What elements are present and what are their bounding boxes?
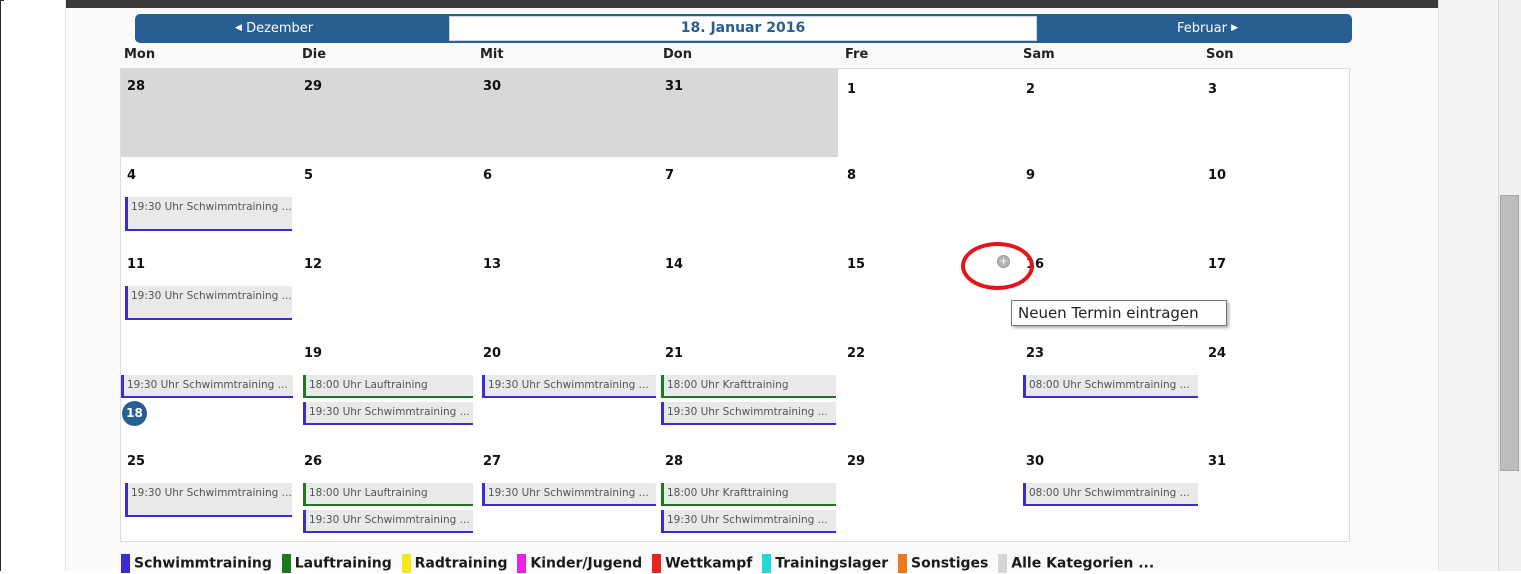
event-strength[interactable]: 18:00 Uhr Krafttraining — [661, 375, 836, 398]
legend-label: Alle Kategorien ... — [1011, 555, 1155, 572]
event-swim[interactable]: 19:30 Uhr Schwimmtraining ... — [661, 402, 836, 425]
event-swim[interactable]: 19:30 Uhr Schwimmtraining ... — [125, 197, 292, 231]
category-legend: Schwimmtraining Lauftraining Radtraining… — [121, 554, 1159, 574]
event-swim[interactable]: 08:00 Uhr Schwimmtraining ... — [1023, 483, 1198, 506]
legend-item-alle-kategorien[interactable]: Alle Kategorien ... — [998, 554, 1154, 573]
day-number[interactable]: 31 — [1208, 454, 1226, 469]
day-number[interactable]: 20 — [483, 346, 501, 361]
legend-label: Sonstiges — [911, 555, 989, 572]
day-number[interactable]: 12 — [304, 257, 322, 272]
day-number[interactable]: 23 — [1026, 346, 1044, 361]
legend-swatch — [517, 554, 527, 573]
next-month-label: Februar — [1177, 21, 1227, 36]
legend-swatch — [121, 554, 130, 573]
day-number[interactable]: 11 — [127, 257, 145, 272]
event-run[interactable]: 18:00 Uhr Lauftraining — [303, 375, 473, 398]
day-number[interactable]: 30 — [483, 79, 501, 94]
next-month-button[interactable]: Februar ▶ — [1177, 16, 1238, 41]
day-number[interactable]: 9 — [1026, 168, 1035, 183]
calendar: ◀ Dezember 18. Januar 2016 Februar ▶ Mon… — [118, 12, 1352, 574]
event-swim[interactable]: 19:30 Uhr Schwimmtraining ... — [303, 402, 473, 425]
legend-label: Kinder/Jugend — [530, 555, 643, 572]
weekday-don: Don — [663, 47, 692, 62]
legend-label: Wettkampf — [665, 555, 753, 572]
day-number[interactable]: 1 — [847, 82, 856, 97]
day-number[interactable]: 19 — [304, 346, 322, 361]
day-number[interactable]: 29 — [304, 79, 322, 94]
event-swim[interactable]: 19:30 Uhr Schwimmtraining ... — [482, 375, 656, 398]
legend-item-schwimmtraining[interactable]: Schwimmtraining — [121, 554, 272, 573]
top-bar — [66, 0, 1438, 8]
day-number[interactable]: 3 — [1208, 82, 1217, 97]
legend-label: Trainingslager — [775, 555, 889, 572]
today-marker[interactable]: 18 — [122, 401, 147, 426]
event-swim[interactable]: 19:30 Uhr Schwimmtraining ... — [303, 510, 473, 533]
day-number[interactable]: 7 — [665, 168, 674, 183]
day-number[interactable]: 10 — [1208, 168, 1226, 183]
day-number[interactable]: 25 — [127, 454, 145, 469]
day-number[interactable]: 24 — [1208, 346, 1226, 361]
weekday-son: Son — [1206, 47, 1234, 62]
weekday-mon: Mon — [124, 47, 156, 62]
day-number[interactable]: 14 — [665, 257, 683, 272]
legend-label: Lauftraining — [294, 555, 392, 572]
day-number[interactable]: 22 — [847, 346, 865, 361]
left-margin — [4, 0, 66, 571]
scrollbar-thumb[interactable] — [1500, 195, 1519, 471]
tooltip: Neuen Termin eintragen — [1011, 300, 1227, 326]
legend-item-trainingslager[interactable]: Trainingslager — [762, 554, 888, 573]
legend-swatch — [998, 554, 1008, 573]
day-number[interactable]: 5 — [304, 168, 313, 183]
event-strength[interactable]: 18:00 Uhr Krafttraining — [661, 483, 836, 506]
day-number[interactable]: 27 — [483, 454, 501, 469]
prev-month-label: Dezember — [246, 21, 314, 36]
legend-swatch — [401, 554, 411, 573]
day-number[interactable]: 28 — [665, 454, 683, 469]
event-swim[interactable]: 19:30 Uhr Schwimmtraining ... — [125, 286, 292, 320]
legend-swatch — [652, 554, 662, 573]
right-margin — [1438, 0, 1498, 571]
event-swim[interactable]: 19:30 Uhr Schwimmtraining ... — [482, 483, 656, 506]
legend-item-lauftraining[interactable]: Lauftraining — [281, 554, 392, 573]
weekday-fre: Fre — [845, 47, 869, 62]
day-number[interactable]: 4 — [127, 168, 136, 183]
weekday-mit: Mit — [480, 47, 504, 62]
current-date-title: 18. Januar 2016 — [449, 16, 1037, 41]
day-number[interactable]: 29 — [847, 454, 865, 469]
prev-month-button[interactable]: ◀ Dezember — [235, 16, 313, 41]
day-number[interactable]: 8 — [847, 168, 856, 183]
legend-swatch — [281, 554, 291, 573]
legend-label: Schwimmtraining — [134, 555, 272, 572]
legend-item-kinder-jugend[interactable]: Kinder/Jugend — [517, 554, 642, 573]
weekday-sam: Sam — [1023, 47, 1055, 62]
legend-item-radtraining[interactable]: Radtraining — [401, 554, 508, 573]
event-swim[interactable]: 19:30 Uhr Schwimmtraining ... — [121, 375, 293, 398]
day-number[interactable]: 17 — [1208, 257, 1226, 272]
day-number[interactable]: 26 — [304, 454, 322, 469]
chevron-left-icon: ◀ — [235, 23, 242, 33]
day-number[interactable]: 6 — [483, 168, 492, 183]
day-number[interactable]: 15 — [847, 257, 865, 272]
day-number[interactable]: 30 — [1026, 454, 1044, 469]
legend-item-wettkampf[interactable]: Wettkampf — [652, 554, 752, 573]
legend-swatch — [898, 554, 908, 573]
add-event-icon[interactable]: + — [997, 255, 1010, 268]
weekday-die: Die — [302, 47, 327, 62]
day-number[interactable]: 28 — [127, 79, 145, 94]
day-number[interactable]: 13 — [483, 257, 501, 272]
event-swim[interactable]: 08:00 Uhr Schwimmtraining ... — [1023, 375, 1198, 398]
legend-label: Radtraining — [414, 555, 508, 572]
event-run[interactable]: 18:00 Uhr Lauftraining — [303, 483, 473, 506]
event-swim[interactable]: 19:30 Uhr Schwimmtraining ... — [125, 483, 292, 517]
month-nav-bar: ◀ Dezember 18. Januar 2016 Februar ▶ — [135, 14, 1352, 43]
highlight-circle — [961, 242, 1034, 290]
legend-swatch — [762, 554, 772, 573]
day-number[interactable]: 21 — [665, 346, 683, 361]
event-swim[interactable]: 19:30 Uhr Schwimmtraining ... — [661, 510, 836, 533]
legend-item-sonstiges[interactable]: Sonstiges — [898, 554, 988, 573]
chevron-right-icon: ▶ — [1231, 23, 1238, 33]
prev-month-days-shade — [121, 69, 838, 157]
day-number[interactable]: 2 — [1026, 82, 1035, 97]
day-number[interactable]: 31 — [665, 79, 683, 94]
